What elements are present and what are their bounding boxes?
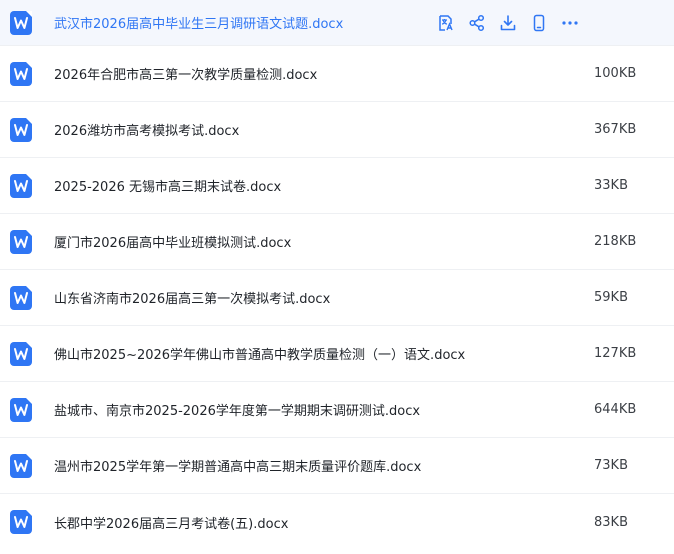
file-row[interactable]: 2026潍坊市高考模拟考试.docx 367KB	[0, 102, 674, 158]
file-row[interactable]: 厦门市2026届高中毕业班模拟测试.docx 218KB	[0, 214, 674, 270]
file-row[interactable]: 温州市2025学年第一学期普通高中高三期末质量评价题库.docx 73KB	[0, 438, 674, 494]
file-size: 83KB	[594, 514, 628, 530]
file-name[interactable]: 盐城市、南京市2025-2026学年度第一学期期末调研测试.docx	[54, 400, 420, 419]
file-name[interactable]: 2026潍坊市高考模拟考试.docx	[54, 120, 239, 139]
file-row[interactable]: 2025-2026 无锡市高三期末试卷.docx 33KB	[0, 158, 674, 214]
file-size: 218KB	[594, 234, 637, 249]
word-doc-icon	[10, 229, 32, 254]
file-size: 127KB	[594, 346, 637, 361]
file-name[interactable]: 厦门市2026届高中毕业班模拟测试.docx	[54, 232, 291, 251]
word-doc-icon	[10, 117, 32, 142]
file-row[interactable]: 2026年合肥市高三第一次教学质量检测.docx 100KB	[0, 46, 674, 102]
file-name[interactable]: 山东省济南市2026届高三第一次模拟考试.docx	[54, 288, 330, 307]
download-icon[interactable]	[492, 8, 523, 38]
word-doc-icon	[10, 10, 32, 35]
share-icon[interactable]	[461, 8, 492, 38]
word-doc-icon	[10, 510, 32, 534]
phone-icon[interactable]	[523, 8, 554, 38]
file-name[interactable]: 佛山市2025~2026学年佛山市普通高中教学质量检测（一）语文.docx	[54, 344, 465, 363]
word-doc-icon	[10, 285, 32, 310]
file-name[interactable]: 2026年合肥市高三第一次教学质量检测.docx	[54, 64, 317, 83]
file-list: 武汉市2026届高中毕业生三月调研语文试题.docx 2026年合肥市高三第一次…	[0, 0, 674, 554]
file-name[interactable]: 武汉市2026届高中毕业生三月调研语文试题.docx	[54, 13, 343, 32]
translate-icon[interactable]	[430, 8, 461, 38]
file-name[interactable]: 2025-2026 无锡市高三期末试卷.docx	[54, 176, 281, 195]
file-row[interactable]: 武汉市2026届高中毕业生三月调研语文试题.docx	[0, 0, 674, 46]
file-row[interactable]: 长郡中学2026届高三月考试卷(五).docx 83KB	[0, 494, 674, 550]
file-size: 367KB	[594, 122, 637, 137]
word-doc-icon	[10, 453, 32, 478]
file-size: 73KB	[594, 458, 628, 473]
file-size: 59KB	[594, 290, 628, 305]
file-size: 100KB	[594, 66, 637, 81]
file-row[interactable]: 佛山市2025~2026学年佛山市普通高中教学质量检测（一）语文.docx 12…	[0, 326, 674, 382]
file-row[interactable]: 山东省济南市2026届高三第一次模拟考试.docx 59KB	[0, 270, 674, 326]
file-row[interactable]: 盐城市、南京市2025-2026学年度第一学期期末调研测试.docx 644KB	[0, 382, 674, 438]
more-icon[interactable]	[554, 8, 585, 38]
word-doc-icon	[10, 341, 32, 366]
word-doc-icon	[10, 397, 32, 422]
word-doc-icon	[10, 173, 32, 198]
word-doc-icon	[10, 61, 32, 86]
file-size: 644KB	[594, 402, 637, 417]
file-size: 33KB	[594, 178, 628, 193]
row-actions	[430, 0, 585, 46]
file-name[interactable]: 长郡中学2026届高三月考试卷(五).docx	[54, 513, 288, 532]
file-name[interactable]: 温州市2025学年第一学期普通高中高三期末质量评价题库.docx	[54, 456, 421, 475]
